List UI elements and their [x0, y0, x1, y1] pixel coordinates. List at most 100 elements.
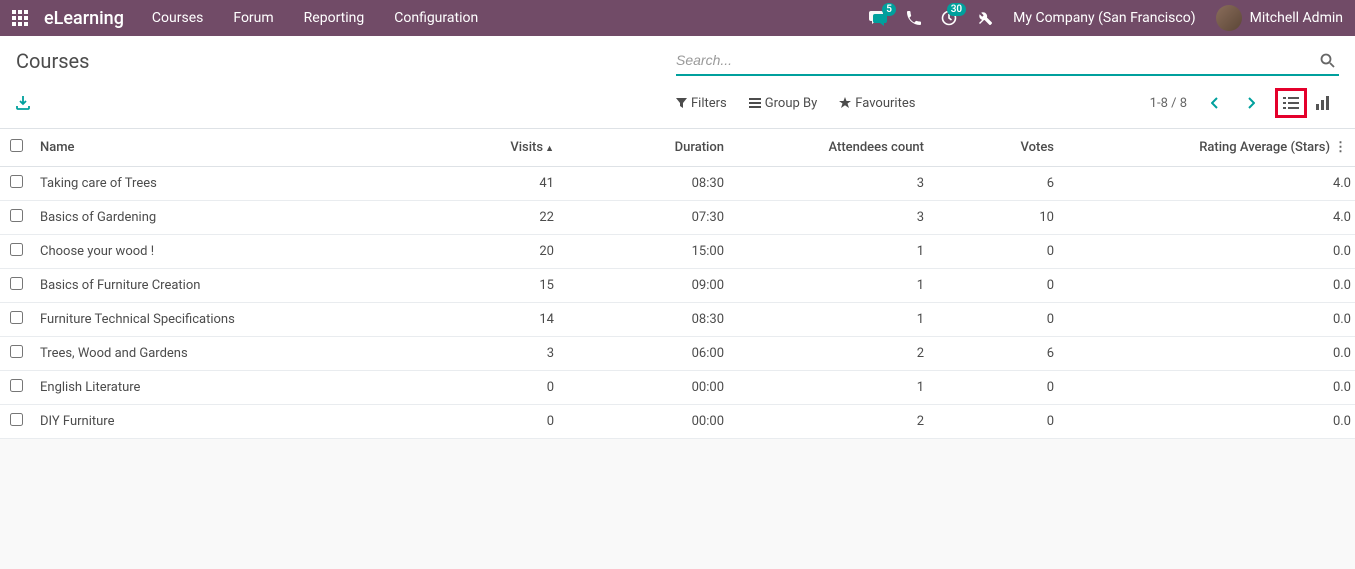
favourites-label: Favourites	[855, 96, 915, 111]
select-all-checkbox[interactable]	[10, 139, 23, 152]
nav-reporting[interactable]: Reporting	[304, 10, 365, 26]
cell-attendees: 1	[732, 371, 932, 405]
cell-attendees: 1	[732, 303, 932, 337]
table-header-row: Name Visits▲ Duration Attendees count Vo…	[0, 129, 1355, 167]
pager-prev[interactable]	[1203, 93, 1227, 113]
view-list-button[interactable]	[1275, 88, 1307, 118]
cell-attendees: 1	[732, 269, 932, 303]
col-rating[interactable]: Rating Average (Stars)⋮	[1062, 129, 1355, 167]
cell-duration: 00:00	[562, 405, 732, 439]
cell-name: English Literature	[32, 371, 412, 405]
avatar	[1216, 5, 1242, 31]
cell-votes: 6	[932, 337, 1062, 371]
cell-name: Basics of Gardening	[32, 201, 412, 235]
page-title: Courses	[16, 49, 676, 73]
search-input[interactable]	[676, 48, 1316, 72]
cell-rating: 4.0	[1062, 167, 1355, 201]
search-icon[interactable]	[1316, 53, 1339, 68]
columns-toggle-icon[interactable]: ⋮	[1330, 140, 1351, 155]
pager-next[interactable]	[1239, 93, 1263, 113]
messaging-badge: 5	[882, 3, 896, 16]
cell-attendees: 3	[732, 167, 932, 201]
cell-votes: 0	[932, 371, 1062, 405]
nav-forum[interactable]: Forum	[233, 10, 273, 26]
list-icon	[749, 98, 761, 108]
nav-menu: Courses Forum Reporting Configuration	[152, 10, 478, 26]
cell-visits: 0	[412, 405, 562, 439]
groupby-label: Group By	[765, 96, 818, 111]
col-attendees[interactable]: Attendees count	[732, 129, 932, 167]
row-checkbox[interactable]	[10, 175, 23, 188]
apps-icon[interactable]	[12, 10, 30, 26]
cell-rating: 0.0	[1062, 269, 1355, 303]
table-row[interactable]: Trees, Wood and Gardens306:00260.0	[0, 337, 1355, 371]
table-row[interactable]: English Literature000:00100.0	[0, 371, 1355, 405]
company-name[interactable]: My Company (San Francisco)	[1013, 10, 1195, 26]
brand-title[interactable]: eLearning	[44, 8, 124, 29]
nav-courses[interactable]: Courses	[152, 10, 203, 26]
cell-visits: 22	[412, 201, 562, 235]
cell-rating: 0.0	[1062, 371, 1355, 405]
cell-rating: 0.0	[1062, 337, 1355, 371]
activity-badge: 30	[947, 3, 966, 16]
nav-configuration[interactable]: Configuration	[394, 10, 478, 26]
table-row[interactable]: Furniture Technical Specifications1408:3…	[0, 303, 1355, 337]
row-checkbox[interactable]	[10, 379, 23, 392]
col-name[interactable]: Name	[32, 129, 412, 167]
control-panel: Courses Filters Group By Favou	[0, 36, 1355, 129]
list-view-icon	[1283, 96, 1299, 110]
favourites-button[interactable]: Favourites	[839, 96, 915, 111]
groupby-button[interactable]: Group By	[749, 96, 818, 111]
cell-attendees: 3	[732, 201, 932, 235]
cell-duration: 06:00	[562, 337, 732, 371]
cell-visits: 41	[412, 167, 562, 201]
cell-name: Taking care of Trees	[32, 167, 412, 201]
cell-duration: 00:00	[562, 371, 732, 405]
cell-name: DIY Furniture	[32, 405, 412, 439]
sort-asc-icon: ▲	[545, 144, 554, 154]
table-row[interactable]: Taking care of Trees4108:30364.0	[0, 167, 1355, 201]
row-checkbox[interactable]	[10, 277, 23, 290]
cell-votes: 0	[932, 235, 1062, 269]
filters-button[interactable]: Filters	[676, 96, 727, 111]
courses-table: Name Visits▲ Duration Attendees count Vo…	[0, 129, 1355, 439]
search-bar[interactable]	[676, 46, 1339, 76]
cell-rating: 0.0	[1062, 235, 1355, 269]
star-icon	[839, 97, 851, 109]
messaging-icon[interactable]: 5	[869, 10, 887, 26]
cell-votes: 0	[932, 303, 1062, 337]
user-menu[interactable]: Mitchell Admin	[1216, 5, 1343, 31]
cell-votes: 0	[932, 269, 1062, 303]
cell-name: Trees, Wood and Gardens	[32, 337, 412, 371]
view-graph-button[interactable]	[1307, 88, 1339, 118]
cell-attendees: 2	[732, 337, 932, 371]
col-duration[interactable]: Duration	[562, 129, 732, 167]
row-checkbox[interactable]	[10, 209, 23, 222]
row-checkbox[interactable]	[10, 413, 23, 426]
cell-rating: 0.0	[1062, 405, 1355, 439]
filters-label: Filters	[691, 96, 727, 111]
pager[interactable]: 1-8 / 8	[1150, 96, 1187, 111]
cell-visits: 15	[412, 269, 562, 303]
export-icon[interactable]	[16, 96, 676, 110]
table-row[interactable]: DIY Furniture000:00200.0	[0, 405, 1355, 439]
col-votes[interactable]: Votes	[932, 129, 1062, 167]
row-checkbox[interactable]	[10, 311, 23, 324]
cell-votes: 10	[932, 201, 1062, 235]
navbar: eLearning Courses Forum Reporting Config…	[0, 0, 1355, 36]
col-visits[interactable]: Visits▲	[412, 129, 562, 167]
cell-duration: 15:00	[562, 235, 732, 269]
tools-icon[interactable]	[977, 10, 993, 26]
row-checkbox[interactable]	[10, 243, 23, 256]
row-checkbox[interactable]	[10, 345, 23, 358]
cell-name: Basics of Furniture Creation	[32, 269, 412, 303]
phone-icon[interactable]	[907, 11, 921, 25]
cell-votes: 0	[932, 405, 1062, 439]
cell-name: Furniture Technical Specifications	[32, 303, 412, 337]
table-row[interactable]: Basics of Furniture Creation1509:00100.0	[0, 269, 1355, 303]
activity-icon[interactable]: 30	[941, 10, 957, 26]
table-row[interactable]: Basics of Gardening2207:303104.0	[0, 201, 1355, 235]
table-row[interactable]: Choose your wood !2015:00100.0	[0, 235, 1355, 269]
cell-attendees: 1	[732, 235, 932, 269]
user-name: Mitchell Admin	[1250, 10, 1343, 26]
